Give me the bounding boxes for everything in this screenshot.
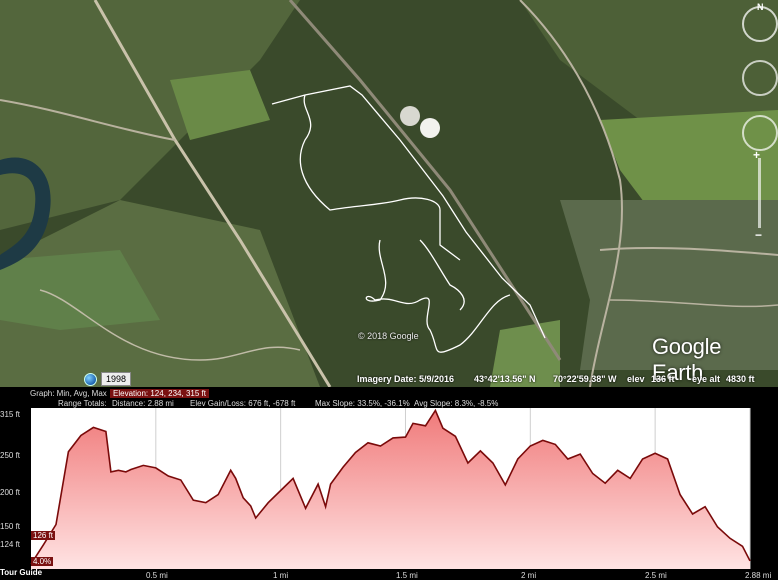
y-tick-label: 200 ft: [0, 488, 21, 497]
avg-slope-stat: Avg Slope: 8.3%, -8.5%: [414, 399, 499, 408]
range-totals-label: Range Totals:: [58, 399, 107, 408]
move-joystick[interactable]: [742, 115, 778, 151]
y-tick-label: 124 ft: [0, 540, 21, 549]
globe-icon[interactable]: [84, 372, 97, 386]
look-joystick[interactable]: [742, 60, 778, 96]
navigation-controls: N + −: [728, 0, 778, 242]
profile-info-row-1: Graph: Min, Avg, Max Elevation: 124, 234…: [0, 389, 778, 399]
historical-imagery[interactable]: 1998: [84, 372, 132, 386]
distance-stat: Distance: 2.88 mi: [112, 399, 174, 408]
historical-year-badge[interactable]: 1998: [101, 372, 132, 386]
y-tick-label: 150 ft: [0, 522, 21, 531]
elev-gain-loss-stat: Elev Gain/Loss: 676 ft, -678 ft: [190, 399, 296, 408]
y-tick-label: 315 ft: [0, 410, 21, 419]
x-tick-label: 0.5 mi: [146, 571, 168, 580]
satellite-imagery: [0, 0, 778, 387]
elevation-chart[interactable]: [0, 408, 778, 570]
zoom-slider[interactable]: [758, 158, 761, 228]
imagery-date: Imagery Date: 5/9/2016: [357, 374, 455, 384]
elevation-readout: 136 ft: [651, 374, 675, 384]
longitude-readout: 70°22'59.38" W: [553, 374, 617, 384]
x-tick-label: 2 mi: [521, 571, 537, 580]
eye-altitude-label: eye alt: [692, 374, 721, 384]
copyright-text: © 2018 Google: [358, 331, 419, 341]
map-viewport[interactable]: N + − © 2018 Google Google Earth Imagery…: [0, 0, 778, 387]
compass-ring[interactable]: N: [742, 2, 778, 42]
x-tick-label: 1 mi: [273, 571, 289, 580]
elevation-label: elev: [627, 374, 645, 384]
graph-label: Graph: Min, Avg, Max: [30, 389, 107, 398]
max-slope-stat: Max Slope: 33.5%, -36.1%: [315, 399, 410, 408]
zoom-out-icon[interactable]: −: [755, 228, 762, 242]
latitude-readout: 43°42'13.56" N: [474, 374, 536, 384]
compass-north-label: N: [757, 2, 764, 12]
x-tick-label: 2.5 mi: [645, 571, 667, 580]
eye-altitude-readout: 4830 ft: [726, 374, 755, 384]
x-tick-label: 2.88 mi: [745, 571, 772, 580]
elevation-stats[interactable]: Elevation: 124, 234, 315 ft: [110, 389, 209, 398]
y-tick-label: 250 ft: [0, 451, 21, 460]
current-slope-badge: 4.0%: [31, 557, 54, 566]
x-tick-label: 1.5 mi: [396, 571, 418, 580]
tour-guide-button[interactable]: Tour Guide: [0, 568, 42, 577]
current-elevation-badge: 126 ft: [31, 531, 56, 540]
